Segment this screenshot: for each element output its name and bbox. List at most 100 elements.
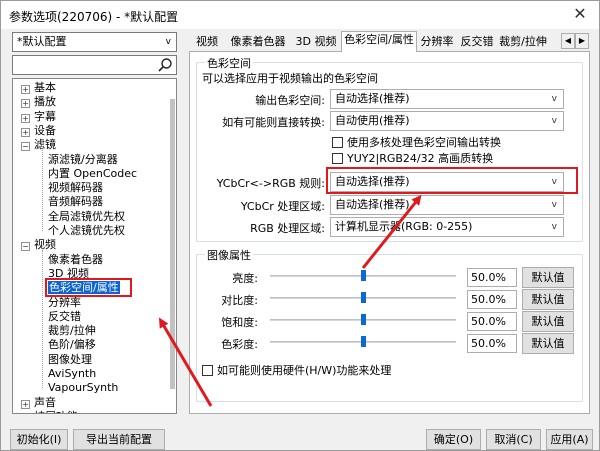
cancel-button[interactable]: 取消(C) <box>486 429 541 450</box>
tree-item[interactable]: 反交错 <box>48 310 81 324</box>
rgb-range-select[interactable]: 计算机显示器(RGB: 0-255) v <box>330 217 564 237</box>
default-value-button[interactable]: 默认值 <box>522 267 574 288</box>
profile-select[interactable]: *默认配置 v <box>12 32 177 52</box>
direct-convert-value: 自动使用(推荐) <box>335 114 410 127</box>
default-value-button[interactable]: 默认值 <box>522 311 574 332</box>
tree-item-label: VapourSynth <box>48 381 119 395</box>
tree-item-label: 个人滤镜优先权 <box>48 224 125 237</box>
ycbcr-range-select[interactable]: 自动选择(推荐) v <box>330 195 564 215</box>
search-input[interactable] <box>12 55 177 75</box>
ok-button[interactable]: 确定(O) <box>426 429 481 450</box>
tree-scrollbar[interactable] <box>170 79 176 413</box>
tree-item-label: 滤镜 <box>34 138 56 152</box>
tree-item[interactable]: 源滤镜/分离器 <box>48 153 118 167</box>
collapse-icon[interactable]: − <box>21 242 30 252</box>
rgb-range-value: 计算机显示器(RGB: 0-255) <box>335 220 473 233</box>
tree-item-label: 视频 <box>34 238 56 252</box>
chevron-down-icon: v <box>165 37 171 47</box>
colorspace-group-title: 色彩空间 <box>205 55 253 71</box>
tree-item-label: 反交错 <box>48 309 81 323</box>
chevron-down-icon: v <box>551 94 557 104</box>
tree-item[interactable]: 图像处理 <box>48 353 92 367</box>
close-icon[interactable]: ✕ <box>569 4 591 24</box>
default-value-button[interactable]: 默认值 <box>522 333 574 354</box>
tree-item[interactable]: 全局滤镜优先权 <box>48 210 125 224</box>
output-colorspace-value: 自动选择(推荐) <box>335 92 410 105</box>
tab-6[interactable]: 裁剪/拉伸 <box>497 33 549 51</box>
tree-item[interactable]: +扩展功能 <box>21 410 78 413</box>
slider-thumb[interactable] <box>361 336 366 347</box>
tree-item[interactable]: 裁剪/拉伸 <box>48 324 96 338</box>
tree-item[interactable]: 音频解码器 <box>48 195 103 209</box>
tree-item[interactable]: VapourSynth <box>48 381 118 395</box>
expand-icon[interactable]: + <box>21 85 30 94</box>
checkbox-box[interactable] <box>332 153 343 164</box>
slider-thumb[interactable] <box>361 314 366 325</box>
profile-value: *默认配置 <box>17 35 67 48</box>
tab-0[interactable]: 视频 <box>189 33 225 51</box>
slider-value[interactable]: 50.0% <box>467 334 517 353</box>
slider-thumb[interactable] <box>361 270 366 281</box>
yuy2-label: YUY2|RGB24/32 高画质转换 <box>347 152 494 165</box>
slider-label: 对比度: <box>221 294 258 307</box>
tree-connector <box>42 150 43 231</box>
tree-item[interactable]: + 声音 <box>21 396 56 410</box>
tree-item[interactable]: 内置 OpenCodec <box>48 167 137 181</box>
expand-icon[interactable]: + <box>21 99 30 109</box>
tab-5[interactable]: 反交错 <box>457 33 497 51</box>
expand-icon[interactable]: + <box>21 127 30 137</box>
expand-icon[interactable]: + <box>21 113 30 123</box>
slider-label: 饱和度: <box>221 316 258 329</box>
tree-item[interactable]: 个人滤镜优先权 <box>48 224 125 238</box>
hardware-label: 如可能则使用硬件(H/W)功能来处理 <box>217 364 392 377</box>
tree-item-label: 内置 OpenCodec <box>48 166 138 180</box>
tab-2[interactable]: 3D 视频 <box>291 33 341 51</box>
slider-thumb[interactable] <box>361 292 366 303</box>
tree-item[interactable]: − 视频 <box>21 238 56 252</box>
tree-item[interactable]: + 设备 <box>21 124 56 138</box>
slider-value[interactable]: 50.0% <box>467 312 517 331</box>
ycbcr-range-value: 自动选择(推荐) <box>335 198 410 211</box>
apply-button[interactable]: 应用(A) <box>546 429 593 450</box>
multicore-label: 使用多核处理色彩空间输出转换 <box>347 136 501 149</box>
export-config-button[interactable]: 导出当前配置(S)... <box>73 429 165 450</box>
tree-item[interactable]: 色阶/偏移 <box>48 338 96 352</box>
tree-item[interactable]: 像素着色器 <box>48 253 103 267</box>
yuy2-checkbox[interactable]: YUY2|RGB24/32 高画质转换 <box>332 152 493 165</box>
tab-4[interactable]: 分辨率 <box>417 33 457 51</box>
init-button[interactable]: 初始化(I) <box>10 429 68 450</box>
window-title: 参数选项(220706) - *默认配置 <box>9 10 179 24</box>
search-icon[interactable] <box>157 57 173 73</box>
slider-value[interactable]: 50.0% <box>467 268 517 287</box>
ycbcr-range-label: YCbCr 处理区域: <box>240 200 325 213</box>
multicore-checkbox[interactable]: 使用多核处理色彩空间输出转换 <box>332 136 501 149</box>
hardware-checkbox[interactable]: 如可能则使用硬件(H/W)功能来处理 <box>202 364 391 377</box>
tree-item[interactable]: + 基本 <box>21 81 56 95</box>
collapse-icon[interactable]: − <box>21 142 30 152</box>
tab-3[interactable]: 色彩空间/属性 <box>341 31 417 52</box>
tree-item[interactable]: AviSynth <box>48 367 96 381</box>
tree-item[interactable]: + 播放 <box>21 95 56 109</box>
tab-scroll-right-icon[interactable]: ▶ <box>575 33 589 49</box>
tree-item-label: 声音 <box>34 395 56 409</box>
direct-convert-select[interactable]: 自动使用(推荐) v <box>330 111 564 131</box>
checkbox-box[interactable] <box>332 137 343 148</box>
chevron-down-icon: v <box>551 200 557 210</box>
tree-item[interactable]: 分辨率 <box>48 296 81 310</box>
tab-1[interactable]: 像素着色器 <box>225 33 291 51</box>
tree-scroll-thumb[interactable] <box>170 99 175 389</box>
tree-item-label: 扩展功能 <box>34 410 78 413</box>
checkbox-box[interactable] <box>202 365 213 376</box>
tree-item-label: 播放 <box>34 95 56 109</box>
output-colorspace-select[interactable]: 自动选择(推荐) v <box>330 89 564 109</box>
tree-item[interactable]: − 滤镜 <box>21 138 56 152</box>
slider-value[interactable]: 50.0% <box>467 290 517 309</box>
tab-scroll-left-icon[interactable]: ◀ <box>561 33 575 49</box>
expand-icon[interactable]: + <box>21 399 30 409</box>
tree-item[interactable]: + 字幕 <box>21 110 56 124</box>
tree-item[interactable]: 视频解码器 <box>48 181 103 195</box>
settings-tree[interactable]: + 基本 + 播放 + 字幕 + 设备 − 滤镜 源滤镜/分离器 内置 OpenCodec 视频解码器音… <box>12 78 177 414</box>
default-value-button[interactable]: 默认值 <box>522 289 574 310</box>
tree-item-label: 源滤镜/分离器 <box>48 152 118 166</box>
rgb-range-label: RGB 处理区域: <box>250 222 325 235</box>
